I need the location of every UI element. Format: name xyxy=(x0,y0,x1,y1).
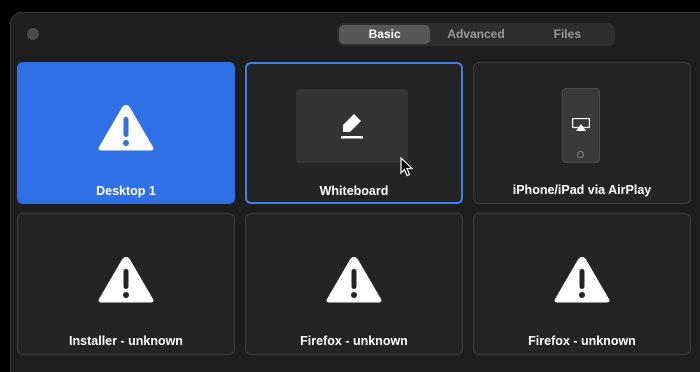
tab-basic[interactable]: Basic xyxy=(339,25,431,44)
airplay-icon xyxy=(572,118,590,131)
whiteboard-thumbnail xyxy=(296,89,408,163)
tile-label: Installer - unknown xyxy=(69,334,183,348)
tab-bar: Basic Advanced Files xyxy=(337,23,615,46)
pen-icon xyxy=(341,114,363,139)
warning-icon xyxy=(98,105,154,151)
warning-icon xyxy=(554,257,610,303)
share-tile-whiteboard[interactable]: Whiteboard xyxy=(245,62,463,204)
tile-label: Desktop 1 xyxy=(96,184,156,198)
share-tile-installer[interactable]: Installer - unknown xyxy=(17,213,235,355)
home-button-icon xyxy=(577,151,584,158)
tile-label: Firefox - unknown xyxy=(300,334,408,348)
tab-files[interactable]: Files xyxy=(522,25,613,44)
window-close-button[interactable] xyxy=(27,28,39,40)
warning-icon xyxy=(326,257,382,303)
warning-icon xyxy=(98,257,154,303)
share-tile-airplay[interactable]: iPhone/iPad via AirPlay xyxy=(473,62,691,204)
tile-label: Whiteboard xyxy=(319,184,389,198)
tab-advanced[interactable]: Advanced xyxy=(430,25,521,44)
tile-label: Firefox - unknown xyxy=(528,334,636,348)
share-tile-desktop-1[interactable]: Desktop 1 xyxy=(17,62,235,204)
share-tile-firefox-1[interactable]: Firefox - unknown xyxy=(245,213,463,355)
tile-label: iPhone/iPad via AirPlay xyxy=(512,183,652,197)
mouse-cursor-icon xyxy=(400,157,414,177)
phone-icon xyxy=(562,88,600,163)
share-tile-firefox-2[interactable]: Firefox - unknown xyxy=(473,213,691,355)
